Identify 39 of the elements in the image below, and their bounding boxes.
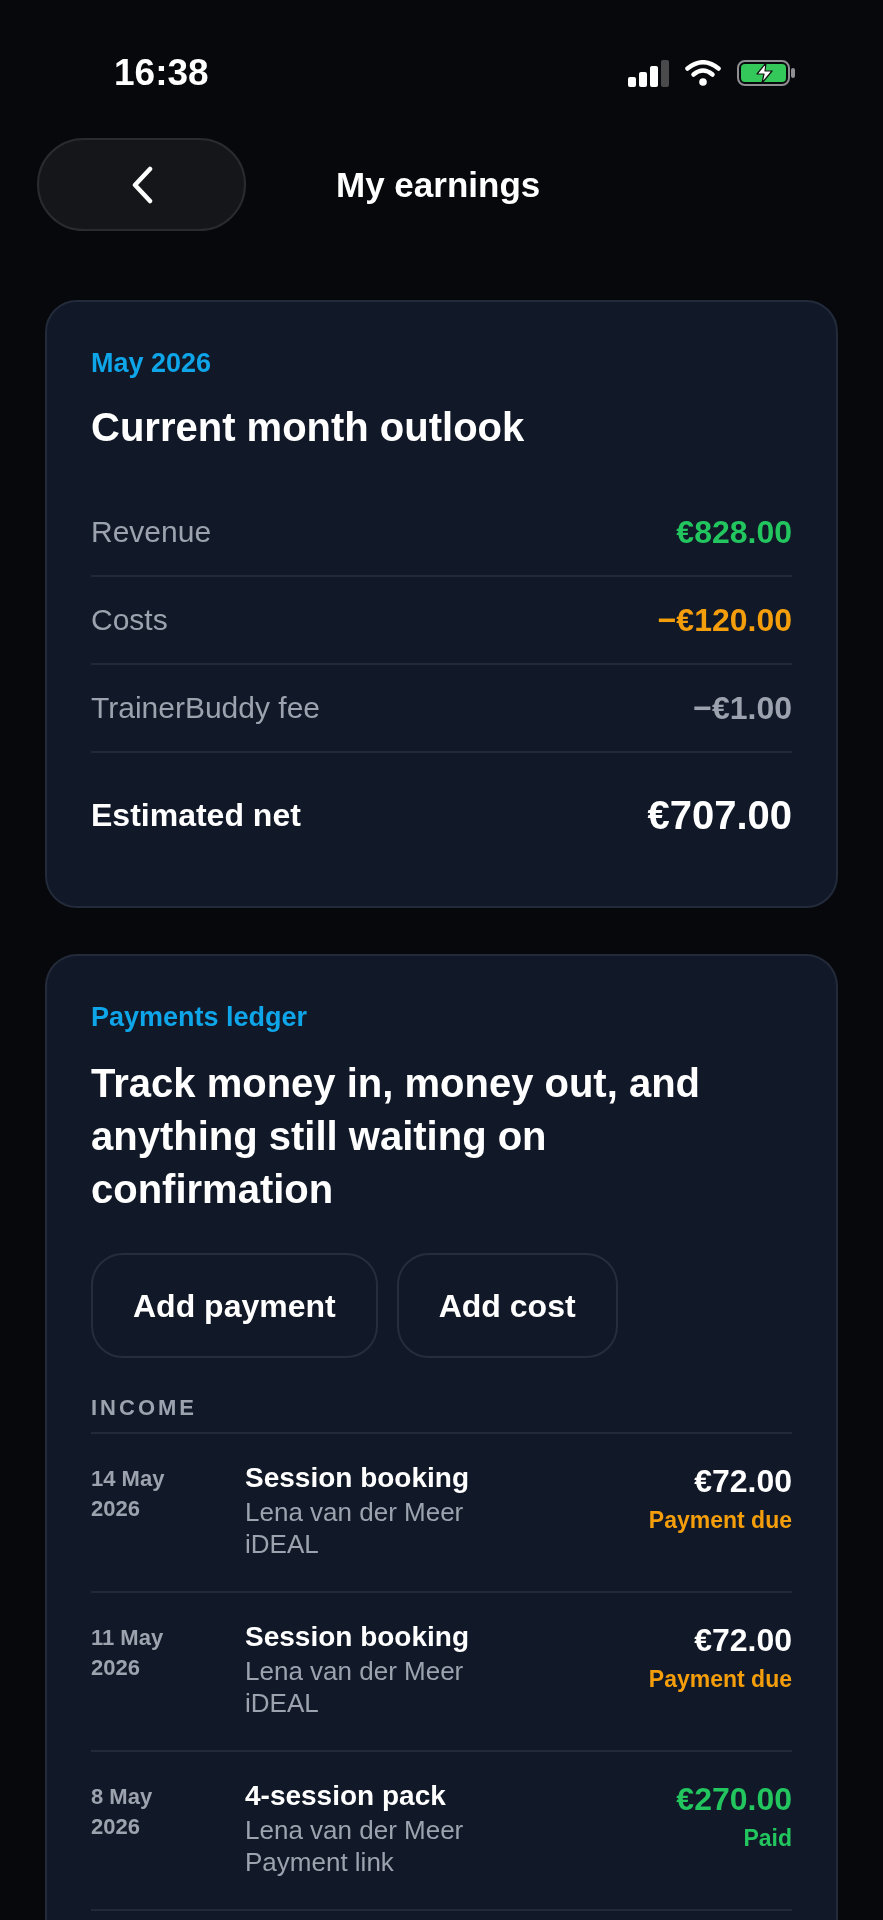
add-cost-button[interactable]: Add cost — [396, 1253, 618, 1358]
section-heading: INCOME — [91, 1394, 792, 1434]
summary-value: −€120.00 — [657, 602, 792, 638]
entry-title: 4-session pack — [245, 1779, 446, 1813]
client-name: Lena van der Meer — [245, 1655, 464, 1687]
page-title: My earnings — [336, 163, 541, 206]
net-total-label: Estimated net — [91, 796, 301, 835]
payment-status: Paid — [743, 1824, 792, 1853]
summary-value: €828.00 — [676, 514, 792, 550]
entry-amount: €72.00 — [694, 1463, 792, 1499]
status-time: 16:38 — [114, 51, 209, 95]
wifi-icon — [685, 60, 721, 86]
summary-label: TrainerBuddy fee — [91, 690, 320, 726]
entry-date: 14 May 2026 — [91, 1465, 166, 1523]
entry-amount: €270.00 — [676, 1781, 792, 1817]
chevron-left-icon — [130, 165, 153, 204]
entry-amount: €72.00 — [694, 1622, 792, 1658]
summary-value: −€1.00 — [693, 690, 792, 726]
section-label: Payments ledger — [91, 1002, 309, 1033]
entry-date: 8 May 2026 — [91, 1783, 154, 1841]
signal-icon — [628, 59, 669, 87]
battery-charging-icon — [737, 60, 795, 86]
payment-method: Payment link — [245, 1846, 394, 1878]
add-payment-button[interactable]: Add payment — [91, 1253, 378, 1358]
payment-method: iDEAL — [245, 1687, 319, 1719]
net-total-value: €707.00 — [647, 793, 792, 837]
month-label: May 2026 — [91, 348, 213, 379]
card-heading: Track money in, money out, and anything still waiting on confirmation — [91, 1060, 702, 1213]
client-name: Lena van der Meer — [245, 1814, 464, 1846]
card-heading: Current month outlook — [91, 404, 526, 451]
client-name: Lena van der Meer — [245, 1496, 464, 1528]
entry-date: 11 May 2026 — [91, 1624, 165, 1682]
entry-title: Session booking — [245, 1620, 470, 1654]
summary-label: Costs — [91, 602, 168, 638]
entry-title: Session booking — [245, 1461, 470, 1495]
payment-status: Payment due — [648, 1665, 792, 1694]
payment-status: Payment due — [648, 1506, 792, 1535]
payment-method: iDEAL — [245, 1528, 319, 1560]
summary-label: Revenue — [91, 514, 212, 550]
